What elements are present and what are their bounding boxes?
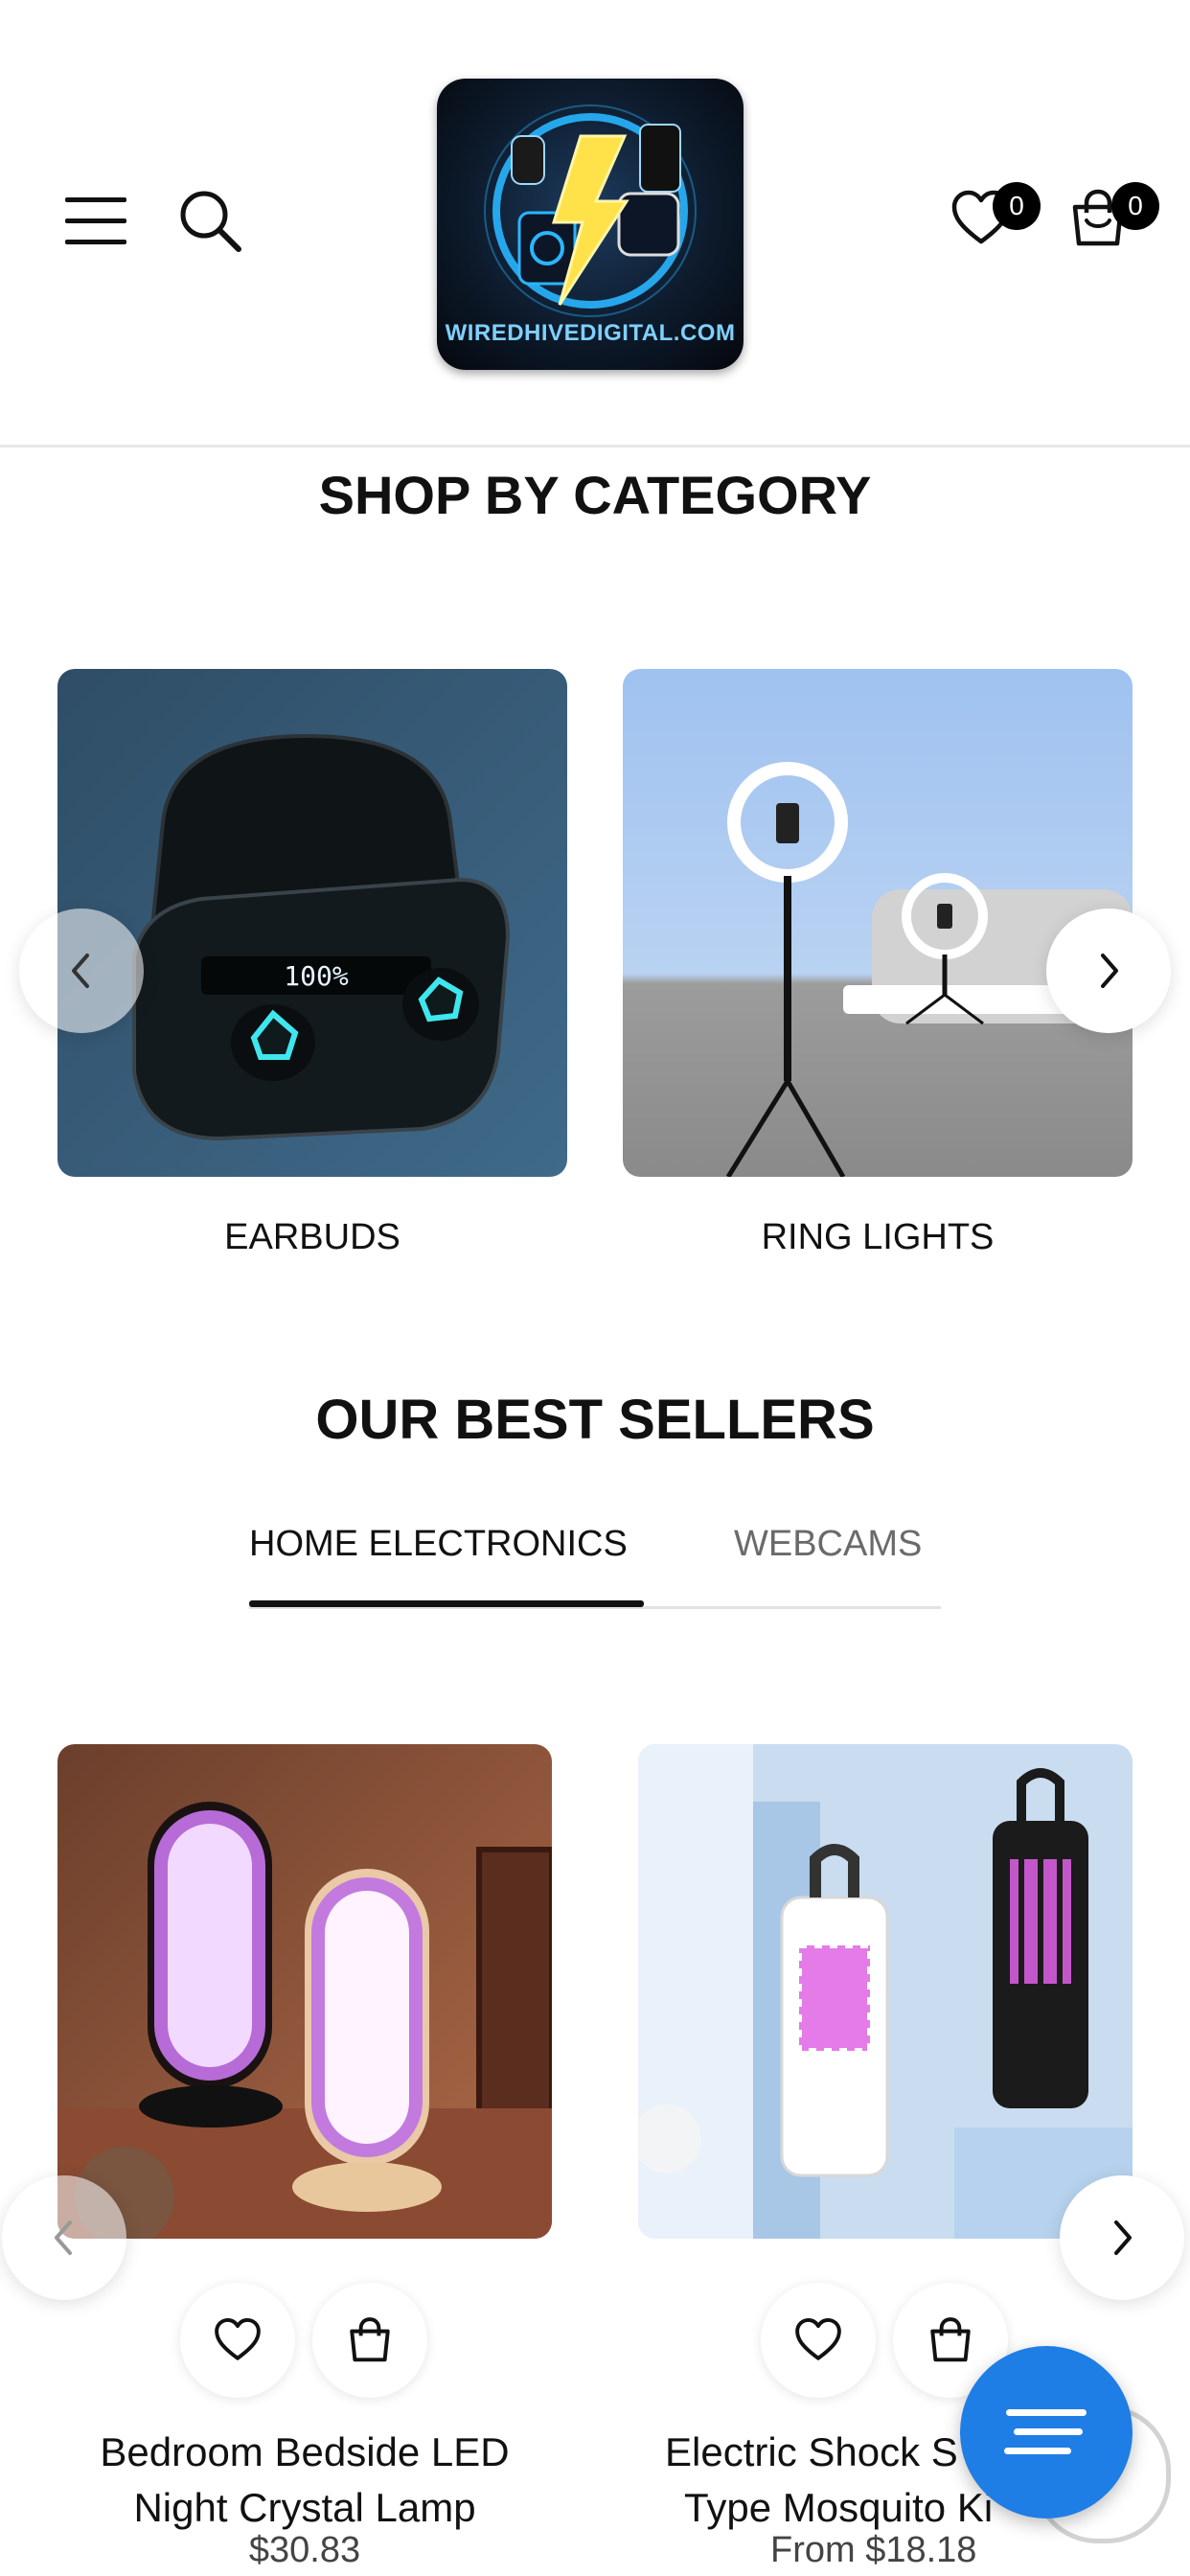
product-image-crystal-lamp[interactable]	[57, 1744, 552, 2239]
crystal-lamp-image	[57, 1744, 552, 2239]
chat-icon	[1006, 2409, 1087, 2416]
tab-home-electronics[interactable]: HOME ELECTRONICS	[249, 1524, 628, 1565]
best-sellers-title: OUR BEST SELLERS	[315, 1389, 875, 1451]
svg-text:100%: 100%	[284, 960, 349, 992]
heart-icon	[795, 2317, 841, 2360]
category-prev-button[interactable]	[19, 908, 144, 1033]
best-sellers-tabs: HOME ELECTRONICS WEBCAMS	[249, 1524, 941, 1609]
product-1-title[interactable]: Bedroom Bedside LED Night Crystal Lamp	[36, 2425, 573, 2536]
product-1-price: $30.83	[248, 2530, 361, 2570]
chevron-right-icon	[1101, 954, 1118, 988]
bag-icon	[930, 2317, 971, 2362]
product-1-wishlist-button[interactable]	[180, 2283, 295, 2398]
chevron-left-icon	[55, 2220, 72, 2255]
chat-icon-line-3	[1004, 2448, 1071, 2454]
wishlist-count-badge: 0	[993, 182, 1041, 230]
heart-icon	[215, 2317, 261, 2360]
category-card-earbuds[interactable]: 100%	[57, 669, 567, 1177]
product-2-wishlist-button[interactable]	[761, 2283, 876, 2398]
product-image-mosquito-killer[interactable]	[638, 1744, 1133, 2239]
chat-button[interactable]	[960, 2346, 1133, 2518]
earbuds-image: 100%	[57, 669, 567, 1177]
search-icon[interactable]	[177, 188, 244, 255]
category-card-ring-lights[interactable]	[623, 669, 1133, 1177]
chevron-left-icon	[72, 954, 89, 988]
category-label-earbuds[interactable]: EARBUDS	[57, 1217, 567, 1258]
site-header: WIREDHIVEDIGITAL.COM 0 0	[0, 0, 1190, 448]
category-label-ring-lights[interactable]: RING LIGHTS	[623, 1217, 1133, 1258]
logo-text: WIREDHIVEDIGITAL.COM	[445, 320, 736, 346]
category-next-button[interactable]	[1046, 908, 1171, 1033]
ring-lights-image	[623, 669, 1133, 1177]
bag-icon	[350, 2317, 390, 2362]
cart-count-badge: 0	[1111, 182, 1159, 230]
product-1-add-to-cart-button[interactable]	[312, 2283, 427, 2398]
menu-icon[interactable]	[63, 192, 130, 249]
products-prev-button[interactable]	[2, 2175, 126, 2300]
product-1-title-line2: Night Crystal Lamp	[133, 2485, 476, 2530]
category-section-title: SHOP BY CATEGORY	[318, 465, 872, 525]
tab-webcams[interactable]: WEBCAMS	[734, 1524, 922, 1565]
products-next-button[interactable]	[1060, 2175, 1184, 2300]
product-1-title-line1: Bedroom Bedside LED	[100, 2429, 510, 2474]
mosquito-killer-image	[638, 1744, 1133, 2239]
chevron-right-icon	[1114, 2220, 1132, 2255]
site-logo[interactable]: WIREDHIVEDIGITAL.COM	[437, 79, 744, 370]
chat-icon-line-2	[1014, 2428, 1083, 2435]
active-tab-indicator	[249, 1600, 644, 1607]
